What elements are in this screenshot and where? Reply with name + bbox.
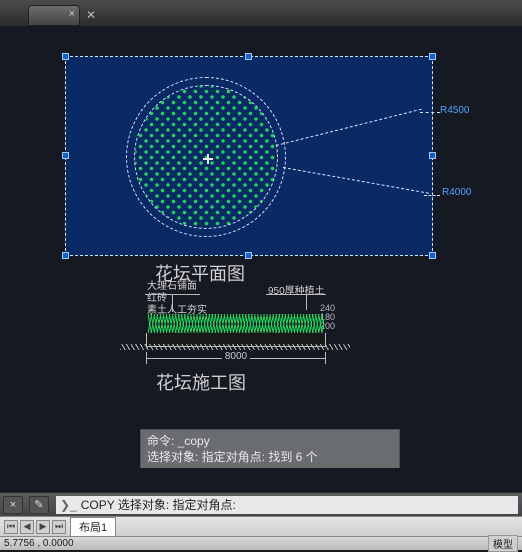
nav-last-icon[interactable]: ⏭ <box>52 520 66 534</box>
command-history-line: 选择对象: 指定对角点: 找到 6 个 <box>147 449 393 465</box>
annotation-leader <box>266 294 326 295</box>
command-close-icon[interactable]: × <box>3 496 23 514</box>
command-history: 命令: _copy 选择对象: 指定对角点: 找到 6 个 <box>140 429 400 468</box>
dimension-width: 8000 <box>146 352 326 364</box>
grip-mid-right[interactable] <box>429 152 436 159</box>
grip-mid-bottom[interactable] <box>245 252 252 259</box>
section-drawing[interactable] <box>146 311 326 347</box>
ground-hatch <box>120 344 350 350</box>
close-tab-icon[interactable]: × <box>69 8 75 20</box>
coordinate-readout: 5.7756 , 0.0000 <box>4 538 74 549</box>
selection-box[interactable]: R4500 R4000 <box>65 56 433 256</box>
layout-tab-bar: ⏮ ◀ ▶ ⏭ 布局1 <box>0 516 522 536</box>
center-mark-icon <box>203 154 213 164</box>
grass-hatch <box>148 314 324 334</box>
nav-first-icon[interactable]: ⏮ <box>4 520 18 534</box>
grip-bottom-left[interactable] <box>62 252 69 259</box>
new-tab-icon[interactable]: ✕ <box>86 8 96 22</box>
command-text: COPY 选择对象: 指定对角点: <box>81 496 236 513</box>
command-config-icon[interactable]: ✎ <box>29 496 49 514</box>
command-line-bar: × ✎ ❯_ COPY 选择对象: 指定对角点: <box>0 492 522 516</box>
command-history-line: 命令: _copy <box>147 433 393 449</box>
radius-leader-inner <box>283 167 429 194</box>
figure-title-section: 花坛施工图 <box>156 369 246 395</box>
title-bar: × ✕ <box>0 0 522 26</box>
annotation-leader <box>172 294 173 312</box>
dimension-value: 8000 <box>222 351 250 362</box>
radius-leader-outer <box>276 109 422 146</box>
nav-prev-icon[interactable]: ◀ <box>20 520 34 534</box>
grip-mid-left[interactable] <box>62 152 69 159</box>
grip-bottom-right[interactable] <box>429 252 436 259</box>
radius-leader-inner <box>424 195 440 196</box>
radius-label-inner: R4000 <box>442 187 471 198</box>
grip-top-left[interactable] <box>62 53 69 60</box>
grip-top-right[interactable] <box>429 53 436 60</box>
annotation-leader <box>306 294 307 310</box>
annotation-line: 大理石铺面 <box>147 281 207 293</box>
grip-mid-top[interactable] <box>245 53 252 60</box>
document-tab[interactable]: × <box>28 5 80 26</box>
model-space[interactable]: R4500 R4000 花坛平面图 大理石铺面 红砖 素土人工夯实 950厚种植… <box>0 26 522 492</box>
radius-leader-outer <box>420 112 440 113</box>
status-button-model[interactable]: 模型 <box>488 535 518 552</box>
nav-next-icon[interactable]: ▶ <box>36 520 50 534</box>
command-prompt-icon: ❯_ <box>60 498 77 512</box>
status-bar: 5.7756 , 0.0000 模型 <box>0 536 522 550</box>
radius-label-outer: R4500 <box>440 105 469 116</box>
layout-tab[interactable]: 布局1 <box>70 517 116 537</box>
command-input[interactable]: ❯_ COPY 选择对象: 指定对角点: <box>56 496 518 514</box>
